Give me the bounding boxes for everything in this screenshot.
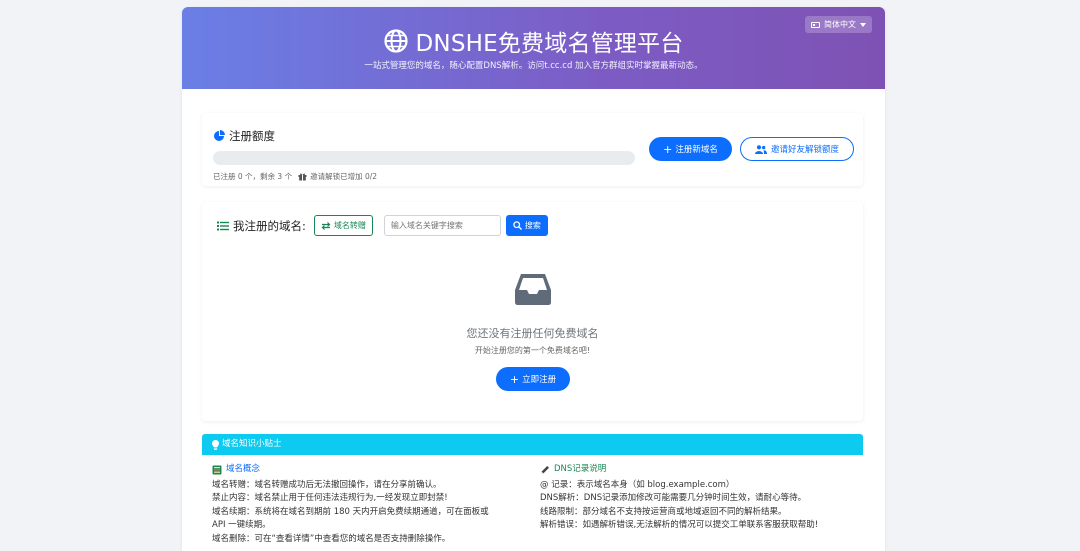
quota-progress [213, 151, 635, 165]
inbox-icon [514, 272, 552, 310]
quota-invite-text: 邀请解锁已增加 0/2 [310, 172, 378, 181]
search-button[interactable]: 搜索 [505, 215, 548, 236]
pie-chart-icon [214, 130, 225, 141]
tips-header: 域名知识小贴士 [202, 434, 863, 455]
domain-transfer-label: 域名转赠 [333, 221, 366, 230]
domains-title: 我注册的域名: [217, 218, 306, 234]
users-icon [754, 144, 767, 154]
quota-registered-text: 已注册 0 个，剩余 3 个 [213, 172, 293, 181]
register-now-label: 立即注册 [522, 375, 557, 385]
lightbulb-icon [212, 439, 219, 450]
tip-line: 域名删除：可在“查看详情”中查看您的域名是否支持删除操作。 [212, 533, 451, 544]
hero-header: 简体中文 DNSHE免费域名管理平台 一站式管理您的域名，随心配置DNS解析。访… [182, 7, 885, 89]
quota-title-text: 注册额度 [229, 129, 275, 143]
tips-left-heading: 域名概念 [212, 463, 530, 477]
plus-icon: + [663, 142, 673, 156]
book-icon [212, 465, 222, 475]
pencil-icon [541, 465, 549, 474]
register-now-button[interactable]: + 立即注册 [496, 367, 570, 391]
page-subtitle: 一站式管理您的域名，随心配置DNS解析。访问t.cc.cd 加入官方群组实时掌握… [364, 61, 703, 71]
tip-line: 禁止内容：域名禁止用于任何违法违规行为,一经发现立即封禁! [212, 493, 448, 503]
invite-friends-button[interactable]: 邀请好友解锁额度 [740, 137, 854, 161]
domain-search-input[interactable] [383, 215, 501, 236]
tips-left-heading-text: 域名概念 [226, 464, 261, 474]
exchange-icon [321, 221, 331, 230]
tip-line: API 一键续期。 [212, 520, 271, 530]
tip-line: 域名转赠：域名转赠成功后无法撤回操作，请在分享前确认。 [212, 479, 442, 490]
tip-line: 域名续期：系统将在域名到期前 180 天内开启免费续期通道，可在面板或 [212, 506, 489, 517]
tips-right-heading: DNS记录说明 [540, 463, 860, 477]
quota-meta: 已注册 0 个，剩余 3 个 邀请解锁已增加 0/2 [213, 171, 377, 182]
domains-card: 我注册的域名: 域名转赠 搜索 [202, 202, 863, 421]
tip-line: @ 记录：表示域名本身（如 blog.example.com） [540, 479, 735, 490]
domains-header: 我注册的域名: 域名转赠 搜索 [217, 215, 548, 236]
register-new-domain-button[interactable]: + 注册新域名 [649, 137, 732, 161]
empty-state-subtitle: 开始注册您的第一个免费域名吧! [474, 346, 591, 355]
invite-friends-label: 邀请好友解锁额度 [770, 145, 839, 155]
domains-title-text: 我注册的域名: [233, 218, 306, 233]
tips-right-heading-text: DNS记录说明 [554, 464, 607, 474]
tip-line: 线路限制：部分域名不支持按运营商或地域返回不同的解析结果。 [540, 506, 787, 517]
app-shell: 简体中文 DNSHE免费域名管理平台 一站式管理您的域名，随心配置DNS解析。访… [182, 7, 885, 551]
tips-title: 域名知识小贴士 [222, 439, 282, 449]
tips-body: 域名概念 域名转赠：域名转赠成功后无法撤回操作，请在分享前确认。 禁止内容：域名… [202, 455, 863, 551]
tip-line: DNS解析：DNS记录添加修改可能需要几分钟时间生效，请耐心等待。 [540, 493, 807, 503]
list-icon [217, 221, 229, 230]
globe-icon [383, 29, 408, 53]
domain-transfer-button[interactable]: 域名转赠 [313, 215, 373, 236]
search-icon [513, 221, 522, 230]
quota-card: 注册额度 已注册 0 个，剩余 3 个 邀请解锁已增加 0/2 + 注册新域名 [202, 113, 863, 186]
quota-title: 注册额度 [213, 128, 275, 144]
tip-line: 解析错误：如遇解析错误,无法解析的情况可以提交工单联系客服获取帮助! [540, 520, 819, 530]
page-title: DNSHE免费域名管理平台 [182, 24, 885, 58]
gift-icon [298, 173, 307, 181]
tips-right-column: DNS记录说明 @ 记录：表示域名本身（如 blog.example.com） … [540, 463, 860, 533]
register-new-domain-label: 注册新域名 [675, 145, 718, 155]
tips-left-column: 域名概念 域名转赠：域名转赠成功后无法撤回操作，请在分享前确认。 禁止内容：域名… [212, 463, 530, 546]
search-button-label: 搜索 [524, 221, 541, 230]
empty-state-title: 您还没有注册任何免费域名 [466, 327, 599, 340]
plus-icon: + [509, 372, 520, 386]
page-title-text: DNSHE免费域名管理平台 [415, 31, 684, 57]
